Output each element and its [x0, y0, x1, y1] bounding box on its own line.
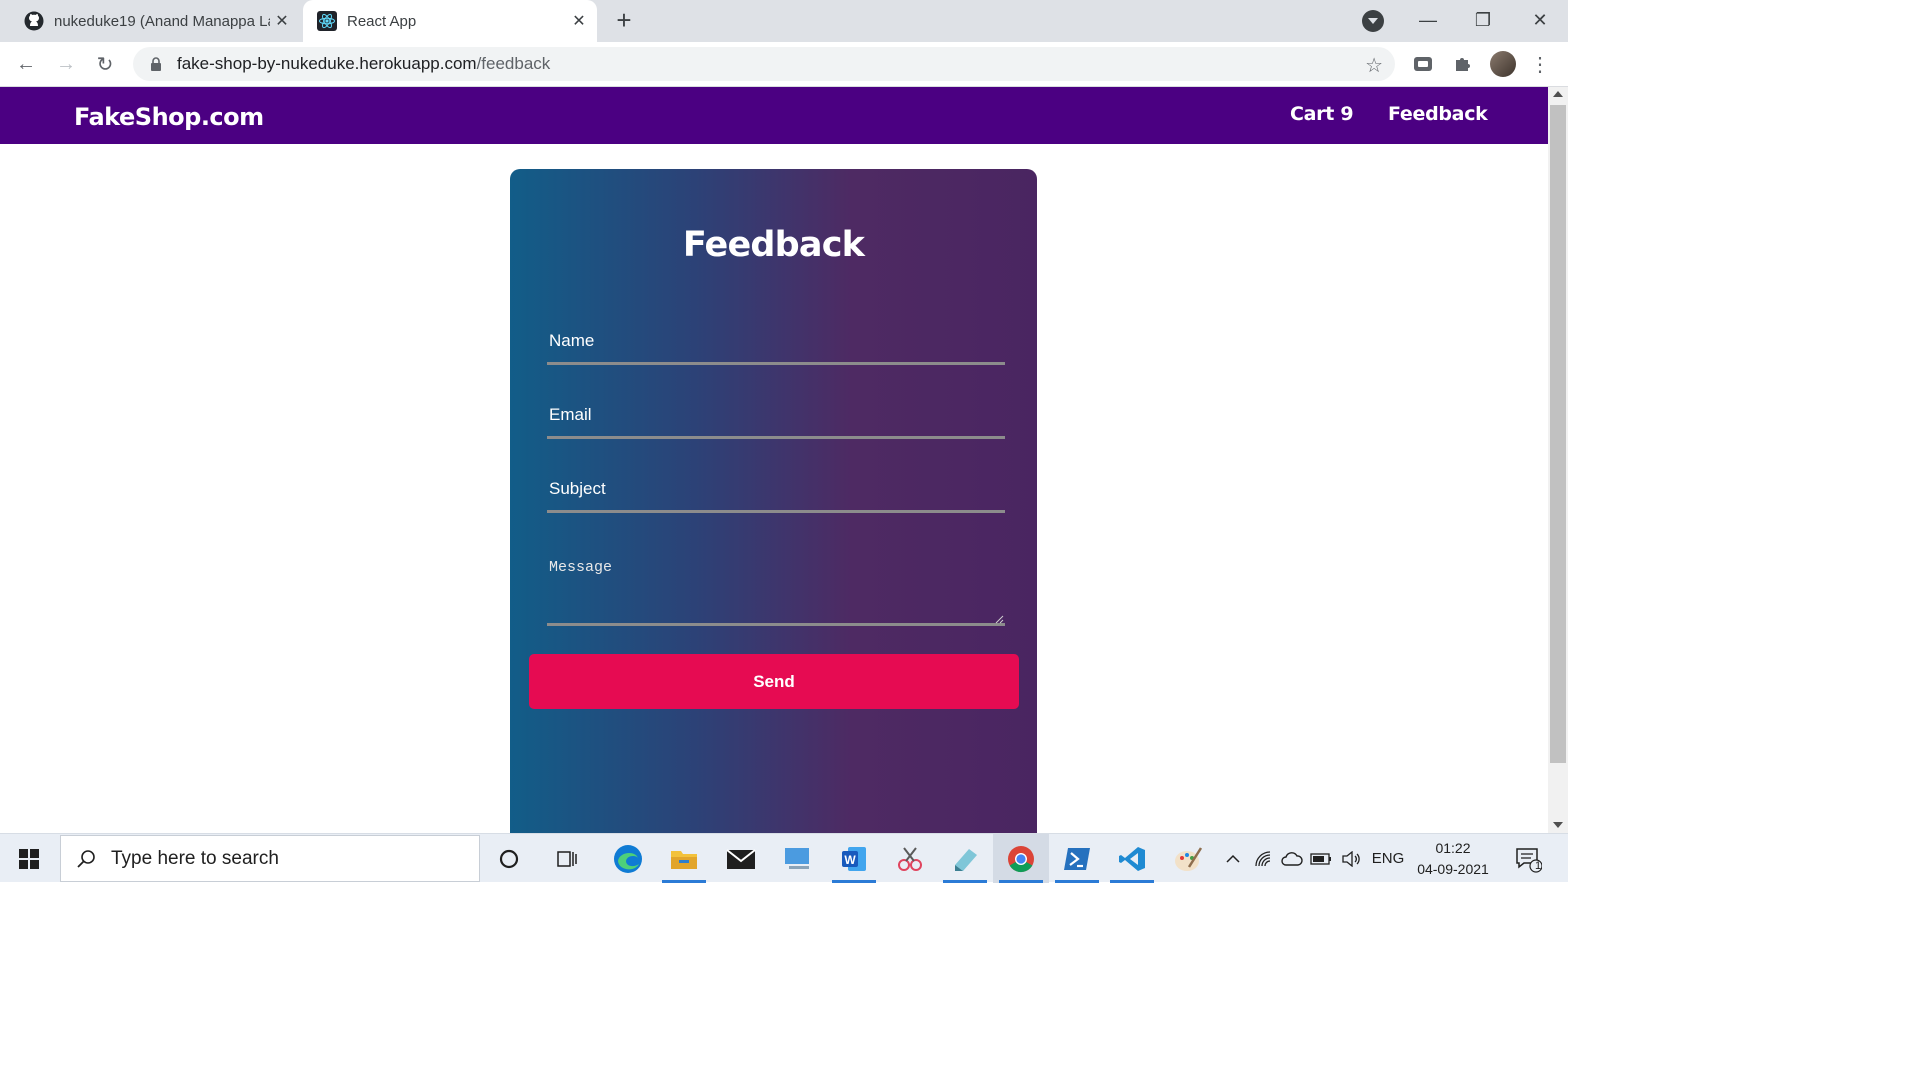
- mail-icon[interactable]: [713, 834, 769, 883]
- scroll-up-icon[interactable]: [1553, 91, 1563, 97]
- network-icon[interactable]: [1252, 834, 1276, 883]
- name-placeholder: Name: [549, 331, 595, 350]
- tab-react-app[interactable]: React App ✕: [303, 0, 597, 42]
- scroll-down-icon[interactable]: [1553, 822, 1563, 828]
- search-placeholder: Type here to search: [111, 847, 279, 869]
- notification-center-icon[interactable]: 1: [1510, 834, 1546, 883]
- tab-github[interactable]: nukeduke19 (Anand Manappa La ✕: [10, 0, 300, 42]
- tab-title: React App: [347, 12, 417, 30]
- clock-date: 04-09-2021: [1417, 861, 1489, 877]
- react-icon: [317, 11, 337, 31]
- show-hidden-icons-chevron-icon[interactable]: [1220, 834, 1246, 883]
- windows-start-icon[interactable]: [0, 834, 58, 883]
- url-host: fake-shop-by-nukeduke.herokuapp.com: [177, 54, 477, 73]
- volume-icon[interactable]: [1338, 834, 1364, 883]
- word-icon[interactable]: W: [826, 834, 882, 883]
- site-navbar: FakeShop.com Cart 9 Feedback: [0, 87, 1548, 144]
- nav-feedback-link[interactable]: Feedback: [1388, 103, 1488, 125]
- feedback-title: Feedback: [682, 225, 865, 265]
- back-icon[interactable]: ←: [12, 50, 40, 78]
- file-explorer-icon[interactable]: [656, 834, 712, 883]
- svg-text:W: W: [844, 853, 856, 867]
- reload-icon[interactable]: ↻: [91, 50, 119, 78]
- page-viewport: FakeShop.com Cart 9 Feedback Feedback Na…: [0, 87, 1548, 833]
- page-scrollbar[interactable]: [1548, 87, 1568, 833]
- window-close-icon[interactable]: ✕: [1525, 6, 1555, 34]
- taskbar-search-input[interactable]: Type here to search: [60, 835, 480, 882]
- notepad-icon[interactable]: [937, 834, 993, 883]
- tab-title: nukeduke19 (Anand Manappa La: [54, 12, 270, 30]
- address-bar[interactable]: fake-shop-by-nukeduke.herokuapp.com/feed…: [133, 47, 1395, 81]
- notification-count: 1: [1535, 860, 1542, 872]
- browser-tab-strip: nukeduke19 (Anand Manappa La ✕ React App…: [0, 0, 1568, 42]
- cortana-icon[interactable]: [481, 834, 537, 883]
- url-path: /feedback: [476, 54, 551, 73]
- name-field[interactable]: Name: [547, 325, 1005, 365]
- restore-icon[interactable]: ❐: [1468, 6, 1498, 34]
- nav-cart-link[interactable]: Cart 9: [1290, 103, 1354, 125]
- more-menu-icon[interactable]: ⋮: [1530, 51, 1550, 77]
- this-pc-icon[interactable]: [770, 834, 826, 883]
- edge-browser-icon[interactable]: [600, 834, 656, 883]
- battery-icon[interactable]: [1308, 834, 1334, 883]
- task-view-icon[interactable]: [540, 834, 596, 883]
- lock-icon[interactable]: [149, 57, 163, 71]
- search-icon: [75, 848, 97, 870]
- vscode-icon[interactable]: [1104, 834, 1160, 883]
- email-placeholder: Email: [549, 405, 592, 424]
- message-placeholder: Message: [549, 559, 613, 576]
- subject-field[interactable]: Subject: [547, 473, 1005, 513]
- clock-time: 01:22: [1435, 840, 1471, 856]
- taskbar-clock[interactable]: 01:22 04-09-2021: [1412, 838, 1494, 880]
- tab-search-icon[interactable]: [1362, 10, 1384, 32]
- email-field[interactable]: Email: [547, 399, 1005, 439]
- puzzle-extensions-icon[interactable]: [1450, 52, 1474, 76]
- input-language[interactable]: ENG: [1368, 834, 1408, 883]
- profile-avatar[interactable]: [1490, 51, 1516, 77]
- close-icon[interactable]: ✕: [567, 9, 591, 33]
- powershell-icon[interactable]: [1049, 834, 1105, 883]
- snipping-tool-icon[interactable]: [882, 834, 938, 883]
- forward-icon[interactable]: →: [52, 50, 80, 78]
- new-tab-button[interactable]: +: [610, 5, 638, 35]
- scroll-thumb[interactable]: [1550, 105, 1566, 763]
- minimize-icon[interactable]: —: [1413, 6, 1443, 34]
- feedback-card: Feedback Name Email Subject Message Send: [510, 169, 1037, 833]
- subject-placeholder: Subject: [549, 479, 606, 498]
- onedrive-icon[interactable]: [1280, 834, 1304, 883]
- resize-handle-icon[interactable]: [994, 611, 1004, 624]
- extension-icon[interactable]: [1411, 52, 1435, 76]
- send-button[interactable]: Send: [529, 654, 1019, 709]
- chrome-icon[interactable]: [993, 834, 1049, 883]
- windows-taskbar: Type here to search W ENG 01:22 04-09-20…: [0, 833, 1568, 883]
- url-text: fake-shop-by-nukeduke.herokuapp.com/feed…: [177, 54, 550, 74]
- github-icon: [24, 11, 44, 31]
- site-brand[interactable]: FakeShop.com: [74, 103, 264, 131]
- paint-icon[interactable]: [1160, 834, 1216, 883]
- close-icon[interactable]: ✕: [270, 9, 294, 33]
- bookmark-star-icon[interactable]: ☆: [1365, 53, 1383, 78]
- browser-toolbar: ← → ↻ fake-shop-by-nukeduke.herokuapp.co…: [0, 42, 1568, 87]
- message-textarea[interactable]: Message: [547, 549, 1005, 626]
